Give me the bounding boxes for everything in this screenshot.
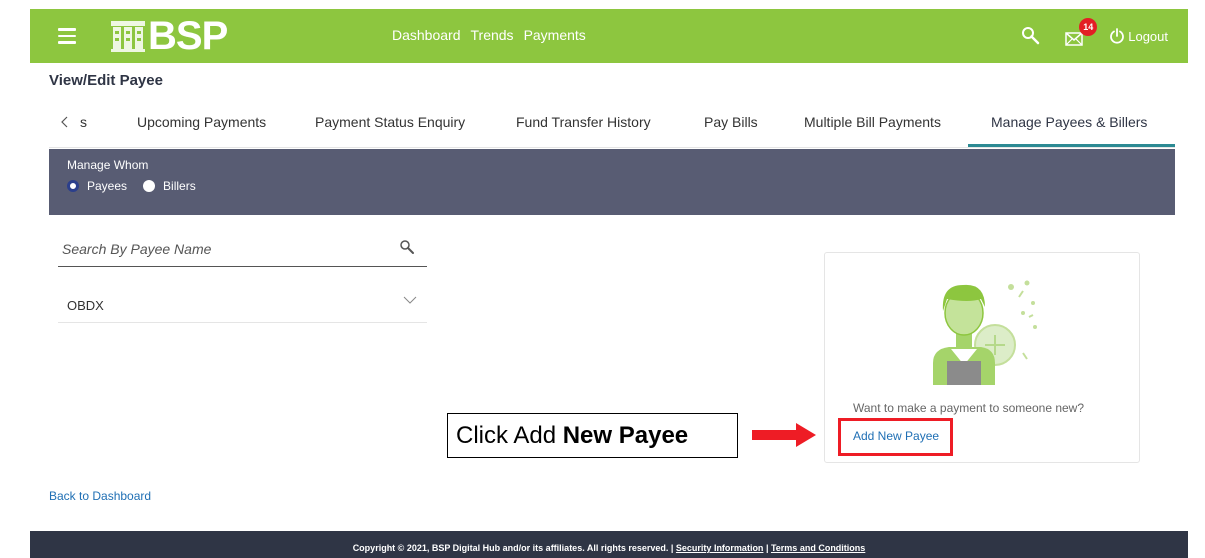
instruction-callout: Click Add New Payee bbox=[447, 413, 738, 458]
mail-icon bbox=[1065, 32, 1083, 46]
bsp-logo[interactable]: BSP bbox=[110, 14, 228, 58]
tab-scroll-back[interactable]: s bbox=[60, 114, 87, 130]
radio-payees[interactable] bbox=[67, 180, 79, 192]
footer: Copyright © 2021, BSP Digital Hub and/or… bbox=[30, 531, 1188, 558]
security-information-link[interactable]: Security Information bbox=[676, 543, 764, 553]
tab-payment-status-enquiry[interactable]: Payment Status Enquiry bbox=[315, 114, 465, 130]
brand-name: BSP bbox=[148, 14, 228, 58]
manage-whom-options: Payees Billers bbox=[67, 179, 196, 193]
nav-dashboard[interactable]: Dashboard bbox=[392, 27, 461, 43]
top-bar: BSP Dashboard Trends Payments 14 Logout bbox=[30, 9, 1188, 63]
logout-label: Logout bbox=[1128, 28, 1168, 44]
chevron-left-icon bbox=[61, 116, 68, 128]
power-icon bbox=[1110, 28, 1125, 44]
search-icon[interactable] bbox=[1021, 26, 1041, 46]
tab-upcoming-payments[interactable]: Upcoming Payments bbox=[137, 114, 266, 130]
notification-badge: 14 bbox=[1079, 18, 1098, 36]
payee-list-item[interactable]: OBDX bbox=[58, 284, 427, 323]
radio-payees-label[interactable]: Payees bbox=[87, 179, 127, 193]
add-payee-prompt: Want to make a payment to someone new? bbox=[853, 401, 1085, 415]
page-title: View/Edit Payee bbox=[49, 72, 163, 89]
tab-fund-transfer-history[interactable]: Fund Transfer History bbox=[516, 114, 651, 130]
tab-back-label: s bbox=[80, 114, 87, 130]
nav-payments[interactable]: Payments bbox=[524, 27, 586, 43]
logout-button[interactable]: Logout bbox=[1109, 28, 1168, 44]
add-payee-highlight-box bbox=[838, 418, 953, 456]
callout-bold: New Payee bbox=[562, 422, 689, 449]
footer-separator: | bbox=[763, 543, 771, 553]
copyright-text: Copyright © 2021, BSP Digital Hub and/or… bbox=[352, 543, 676, 553]
messages-button[interactable]: 14 bbox=[1065, 18, 1098, 48]
radio-billers-label[interactable]: Billers bbox=[163, 179, 196, 193]
search-icon[interactable] bbox=[399, 239, 415, 255]
manage-whom-label: Manage Whom bbox=[67, 158, 149, 172]
top-icons: 14 Logout bbox=[1021, 18, 1168, 51]
tab-bar: s Upcoming Payments Payment Status Enqui… bbox=[49, 98, 1175, 148]
payee-search[interactable]: Search By Payee Name bbox=[58, 229, 427, 267]
active-tab-indicator bbox=[968, 144, 1175, 147]
nav-trends[interactable]: Trends bbox=[471, 27, 514, 43]
manage-whom-panel: Manage Whom Payees Billers bbox=[49, 149, 1175, 215]
radio-billers[interactable] bbox=[143, 180, 156, 192]
person-add-illustration-icon bbox=[933, 280, 1037, 385]
tab-manage-payees-billers[interactable]: Manage Payees & Billers bbox=[991, 114, 1147, 130]
chevron-down-icon[interactable] bbox=[403, 296, 417, 304]
back-to-dashboard-link[interactable]: Back to Dashboard bbox=[49, 489, 151, 503]
logo-mark-icon bbox=[111, 21, 145, 52]
tab-multiple-bill-payments[interactable]: Multiple Bill Payments bbox=[804, 114, 941, 130]
payee-name: OBDX bbox=[67, 298, 104, 313]
tab-pay-bills[interactable]: Pay Bills bbox=[704, 114, 758, 130]
search-input[interactable]: Search By Payee Name bbox=[62, 241, 211, 257]
callout-prefix: Click Add bbox=[456, 422, 563, 449]
main-nav: Dashboard Trends Payments bbox=[392, 27, 586, 43]
terms-and-conditions-link[interactable]: Terms and Conditions bbox=[771, 543, 865, 553]
arrow-right-icon bbox=[752, 423, 816, 447]
hamburger-menu-icon[interactable] bbox=[58, 28, 76, 44]
